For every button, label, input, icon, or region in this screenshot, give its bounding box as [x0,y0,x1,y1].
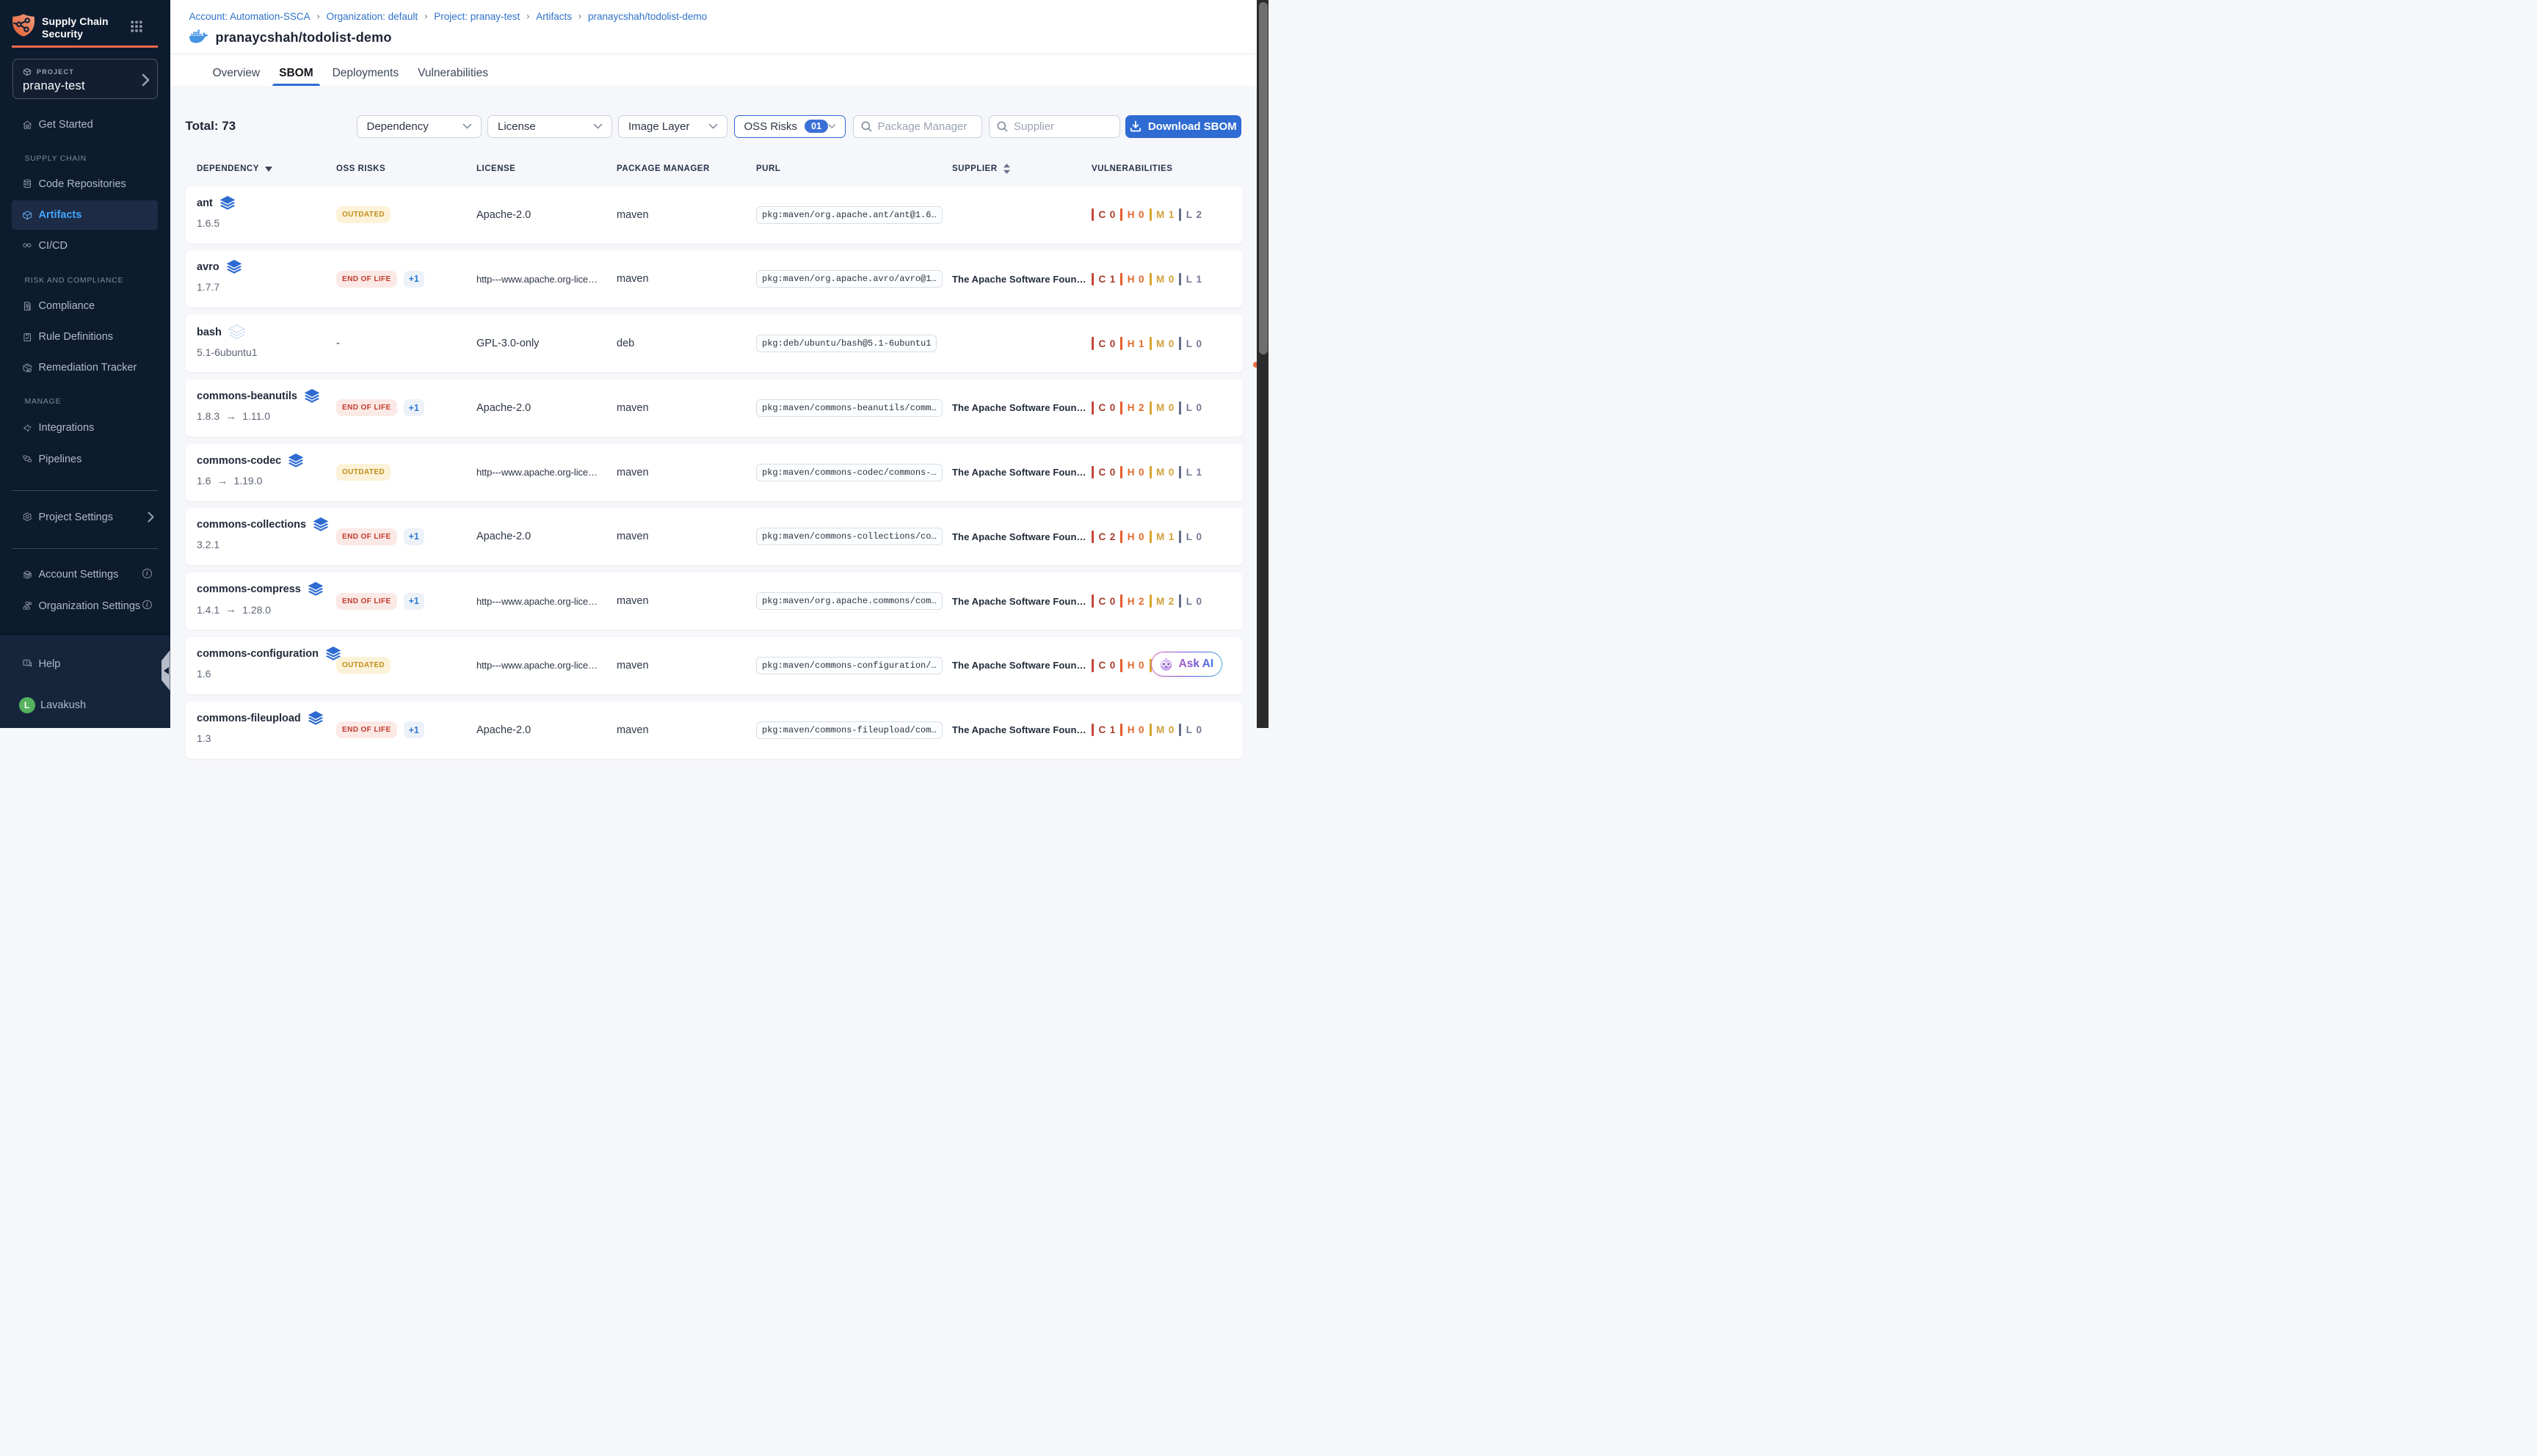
svg-text:?: ? [25,661,28,666]
